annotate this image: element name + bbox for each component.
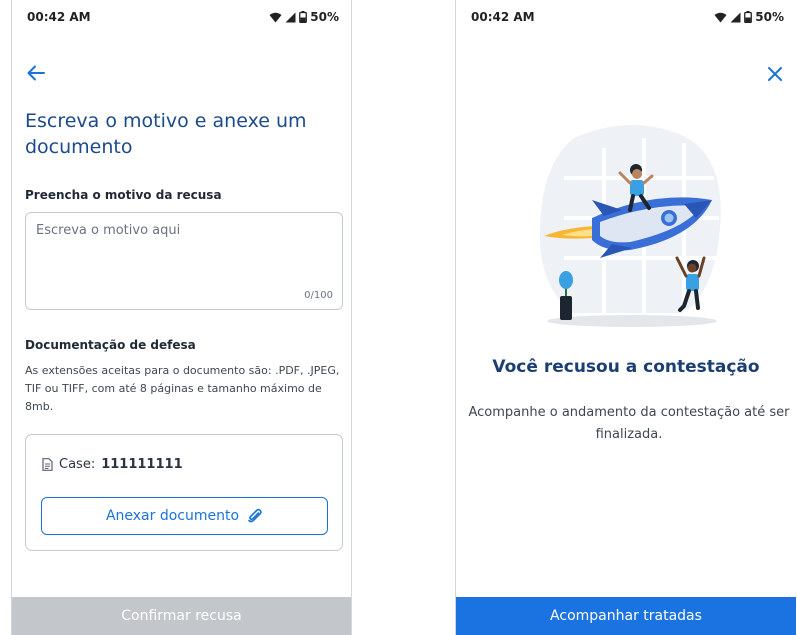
reason-textarea[interactable]: Escreva o motivo aqui 0/100	[25, 212, 343, 310]
refusal-form-screen: 00:42 AM 50% Escreva o motivo e anexe um…	[11, 0, 352, 635]
signal-icon	[285, 12, 296, 22]
status-icons: 50%	[269, 10, 339, 24]
signal-icon	[730, 12, 741, 22]
defense-label: Documentação de defesa	[25, 338, 196, 352]
case-info: Case: 111111111	[42, 457, 183, 472]
reason-placeholder: Escreva o motivo aqui	[36, 223, 181, 238]
battery-level: 50%	[755, 10, 784, 24]
success-description: Acompanhe o andamento da contestação até…	[468, 405, 790, 442]
close-icon[interactable]	[764, 63, 786, 85]
status-time: 00:42 AM	[27, 10, 91, 24]
battery-icon	[744, 11, 753, 23]
battery-level: 50%	[310, 10, 339, 24]
status-bar: 00:42 AM 50%	[12, 0, 351, 34]
paperclip-icon	[248, 508, 262, 523]
attach-document-button[interactable]: Anexar documento	[41, 497, 328, 535]
defense-description: As extensões aceitas para o documento sã…	[25, 364, 340, 413]
track-handled-button[interactable]: Acompanhar tratadas	[456, 597, 796, 635]
status-bar: 00:42 AM 50%	[456, 0, 796, 34]
refusal-success-screen: 00:42 AM 50% Você recusou a contestação …	[455, 0, 796, 635]
rocket-illustration	[539, 124, 721, 327]
wifi-icon	[714, 12, 727, 22]
case-prefix: Case:	[59, 457, 96, 472]
status-icons: 50%	[714, 10, 784, 24]
case-value: 111111111	[101, 457, 183, 472]
character-counter: 0/100	[304, 290, 333, 301]
success-title: Você recusou a contestação	[492, 357, 760, 377]
wifi-icon	[269, 12, 282, 22]
page-title: Escreva o motivo e anexe um documento	[25, 110, 307, 158]
status-time: 00:42 AM	[471, 10, 535, 24]
document-icon	[42, 458, 53, 471]
battery-icon	[299, 11, 308, 23]
back-arrow-icon[interactable]	[25, 62, 47, 84]
attach-document-label: Anexar documento	[105, 508, 240, 524]
case-card: Case: 111111111 Anexar documento	[25, 434, 343, 551]
reason-label: Preencha o motivo da recusa	[25, 188, 222, 202]
confirm-refusal-button[interactable]: Confirmar recusa	[12, 597, 351, 635]
